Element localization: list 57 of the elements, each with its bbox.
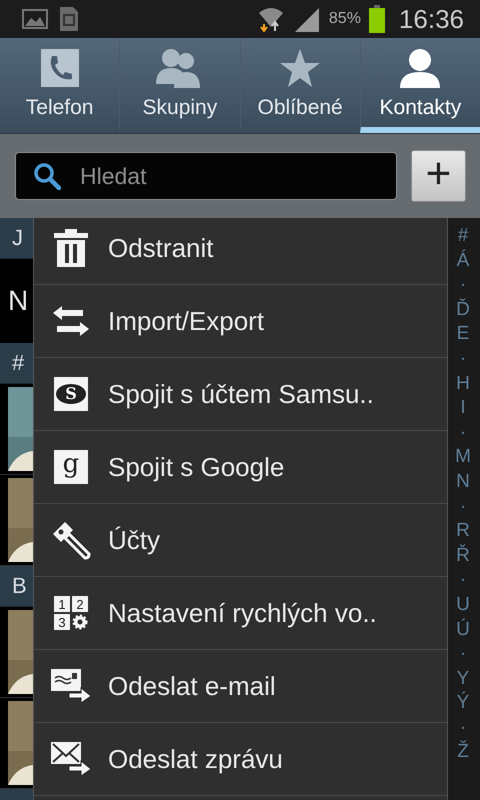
index-letter[interactable]: U <box>456 592 470 618</box>
clock: 16:36 <box>398 4 464 34</box>
sim-card-icon <box>58 5 80 33</box>
section-letter: J <box>12 225 23 251</box>
menu-item[interactable]: Odstranit <box>34 218 447 285</box>
battery-percent: 85% <box>328 10 361 28</box>
index-letter[interactable]: R <box>456 519 470 544</box>
index-letter[interactable]: · <box>460 642 466 667</box>
menu-item[interactable]: g Spojit s Google <box>34 431 447 504</box>
phone-icon <box>40 48 80 88</box>
index-letter[interactable]: · <box>460 273 466 298</box>
envelope-send-icon <box>51 742 91 776</box>
index-letter[interactable]: Ď <box>456 298 470 322</box>
trash-icon <box>54 229 88 267</box>
search-field[interactable]: Hledat <box>15 152 397 200</box>
email-send-icon <box>51 669 91 703</box>
signal-icon <box>292 6 321 32</box>
section-letter: B <box>12 573 27 599</box>
index-letter[interactable]: Á <box>456 248 470 274</box>
menu-item[interactable]: Odeslat zprávu <box>34 723 447 796</box>
index-letter[interactable]: · <box>460 420 466 446</box>
index-letter[interactable]: # <box>458 224 468 249</box>
key-icon <box>51 520 91 560</box>
menu-item[interactable]: Odeslat e-mail <box>34 650 447 723</box>
menu-item[interactable]: Import/Export <box>34 285 447 358</box>
index-letter[interactable]: Ž <box>457 740 469 766</box>
contact-name[interactable]: N <box>8 285 28 317</box>
image-icon <box>22 7 50 31</box>
index-letter[interactable]: E <box>456 322 470 347</box>
index-letter[interactable]: H <box>456 372 470 396</box>
index-letter[interactable]: Ú <box>456 618 470 642</box>
swap-arrows-icon <box>53 306 89 336</box>
index-letter[interactable]: Ř <box>456 544 470 568</box>
tab[interactable]: Telefon <box>0 38 120 133</box>
index-letter[interactable]: N <box>456 470 470 495</box>
index-letter[interactable]: Ý <box>456 691 470 716</box>
index-bar[interactable]: # Á · Ď E · H I · M N · R Ř · U Ú · Y Ý · Ž <box>446 218 480 800</box>
index-letter[interactable]: M <box>455 445 471 470</box>
battery-icon <box>368 5 385 33</box>
index-letter[interactable]: I <box>460 396 466 421</box>
index-letter[interactable]: Y <box>456 666 470 692</box>
star-icon <box>279 48 322 88</box>
person-icon <box>399 48 442 88</box>
menu-item[interactable]: S Spojit s účtem Samsu.. <box>34 358 447 431</box>
index-letter[interactable]: · <box>460 568 466 593</box>
letter-icon: g <box>54 450 88 484</box>
menu-item[interactable]: 1 2 3 Nastavení rychlých vo.. <box>34 577 447 650</box>
tab[interactable]: Skupiny <box>119 38 240 133</box>
index-letter[interactable]: · <box>460 346 466 372</box>
badge-icon: S <box>54 377 88 411</box>
add-button[interactable]: + <box>411 150 466 202</box>
menu-item[interactable]: Účty <box>34 504 447 577</box>
section-letter: # <box>12 350 24 376</box>
tab[interactable]: Oblíbené <box>240 38 360 133</box>
wifi-icon <box>256 5 285 33</box>
index-letter[interactable]: · <box>460 494 466 520</box>
index-letter[interactable]: · <box>460 716 466 740</box>
